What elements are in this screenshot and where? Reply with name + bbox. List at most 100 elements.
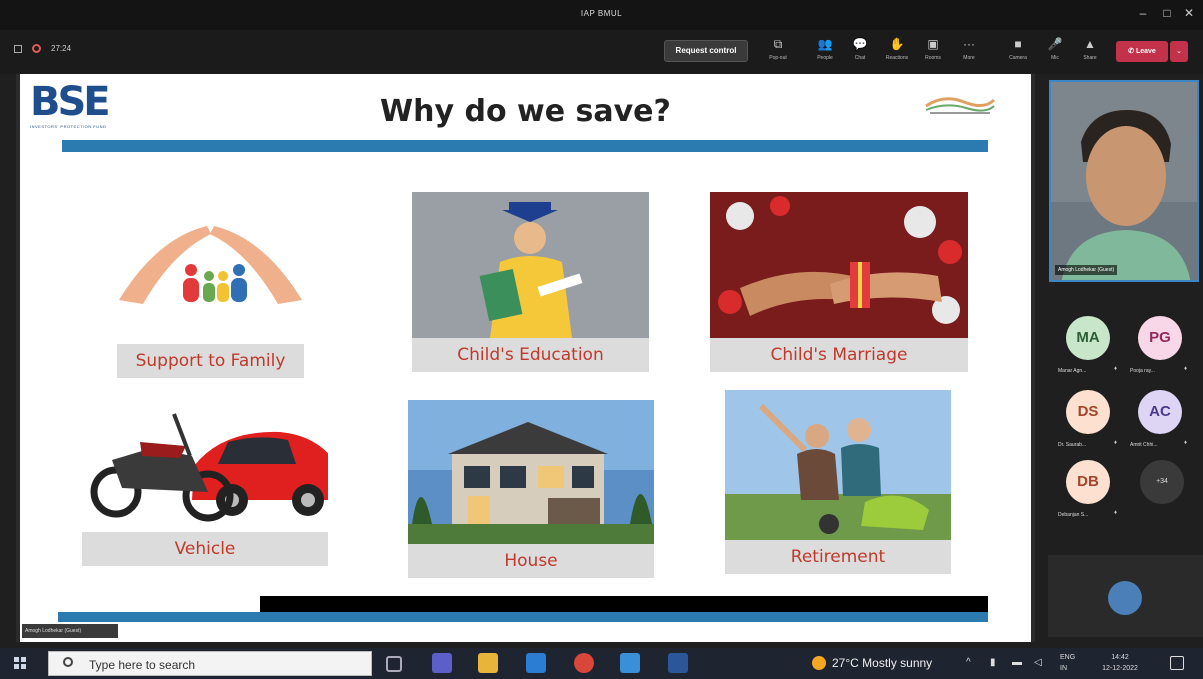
- camera-label: Camera: [1009, 55, 1027, 61]
- people-button[interactable]: 👥 People: [810, 37, 840, 61]
- volume-icon[interactable]: ◁: [1034, 657, 1042, 668]
- word-app-icon[interactable]: [668, 653, 688, 673]
- leave-options-button[interactable]: ⌄: [1170, 41, 1188, 62]
- shared-content-stage: BSE INVESTORS' PROTECTION FUND Why do we…: [16, 74, 1035, 642]
- speaker-video-image: [1051, 82, 1197, 280]
- rooms-button[interactable]: ▣ Rooms: [918, 37, 948, 61]
- usb-icon[interactable]: ▮: [990, 657, 996, 668]
- meeting-toolbar: 27:24 Request control ⧉ Pop-out 👥 People…: [0, 30, 1203, 74]
- maximize-icon[interactable]: □: [1158, 6, 1176, 20]
- chat-icon: 💬: [852, 37, 868, 51]
- shield-icon: [14, 44, 22, 53]
- weather-widget[interactable]: 27°C Mostly sunny: [812, 656, 932, 670]
- bottom-divider: [58, 612, 988, 622]
- share-label: Share: [1083, 55, 1097, 61]
- tile-caption: House: [408, 544, 654, 578]
- mic-label: Mic: [1051, 55, 1059, 61]
- pop-out-button[interactable]: ⧉ Pop-out: [763, 37, 793, 61]
- people-icon: 👥: [817, 37, 833, 51]
- self-view-tile[interactable]: [1048, 555, 1203, 637]
- clock-time: 14:42: [1111, 654, 1129, 661]
- chrome-app-icon[interactable]: [574, 653, 594, 673]
- tile-childs-education: Child's Education: [412, 192, 649, 372]
- phone-icon: ✆: [1128, 48, 1136, 55]
- participant-name: Pooja ray...: [1130, 368, 1155, 374]
- more-participants-button[interactable]: +34: [1140, 460, 1184, 504]
- file-explorer-icon[interactable]: [478, 653, 498, 673]
- reactions-button[interactable]: ✋ Reactions: [882, 37, 912, 61]
- mic-off-icon: ♦: [1114, 440, 1118, 446]
- tile-childs-marriage: Child's Marriage: [710, 192, 968, 372]
- self-avatar: [1108, 581, 1142, 615]
- chat-label: Chat: [854, 55, 866, 61]
- presenter-name-label: Amogh Lodhekar (Guest): [22, 624, 118, 638]
- windows-start-button[interactable]: [14, 657, 26, 669]
- title-divider: [62, 140, 988, 152]
- start-tile: [14, 657, 19, 662]
- participant-name: Manar Agn...: [1058, 368, 1087, 374]
- battery-icon[interactable]: ▬: [1012, 657, 1022, 668]
- camera-button[interactable]: ■ Camera: [1003, 37, 1033, 61]
- mic-button[interactable]: 🎤 Mic: [1040, 37, 1070, 61]
- taskbar-clock[interactable]: 14:42 12-12-2022: [1094, 652, 1146, 674]
- input-language[interactable]: ENG IN: [1060, 652, 1075, 674]
- photos-app-icon[interactable]: [620, 653, 640, 673]
- outlook-app-icon[interactable]: [526, 653, 546, 673]
- leave-button[interactable]: ✆ Leave: [1116, 41, 1168, 62]
- reactions-label: Reactions: [885, 55, 909, 61]
- participant-avatar-pg[interactable]: PG: [1138, 316, 1182, 360]
- request-control-button[interactable]: Request control: [664, 40, 748, 62]
- close-icon[interactable]: ✕: [1180, 6, 1198, 20]
- window-title-bar: IAP BMUL – □ ✕: [0, 0, 1203, 30]
- speaker-video-tile[interactable]: Amogh Lodhekar (Guest): [1049, 80, 1199, 282]
- clock-date: 12-12-2022: [1102, 665, 1138, 672]
- chat-button[interactable]: 💬 Chat: [845, 37, 875, 61]
- share-icon: ▲: [1084, 37, 1096, 51]
- share-button[interactable]: ▲ Share: [1075, 37, 1105, 61]
- tile-caption: Child's Education: [412, 338, 649, 372]
- speaker-name-label: Amogh Lodhekar (Guest): [1055, 265, 1118, 275]
- more-label: More: [963, 55, 975, 61]
- avatar-initials: MA: [1076, 329, 1100, 346]
- reactions-icon: ✋: [889, 37, 905, 51]
- start-tile: [21, 657, 26, 662]
- windows-taskbar: Type here to search 27°C Mostly sunny ^ …: [0, 648, 1203, 679]
- chevron-up-icon[interactable]: ^: [966, 657, 971, 668]
- meeting-timer: 27:24: [51, 44, 72, 53]
- participant-avatar-db[interactable]: DB: [1066, 460, 1110, 504]
- teams-app-icon[interactable]: [432, 653, 452, 673]
- participant-avatar-ac[interactable]: AC: [1138, 390, 1182, 434]
- more-button[interactable]: ··· More: [954, 37, 984, 61]
- taskbar-search-box[interactable]: Type here to search: [48, 651, 372, 676]
- task-view-icon[interactable]: [386, 656, 402, 672]
- weather-text: 27°C Mostly sunny: [832, 656, 933, 670]
- pop-out-icon: ⧉: [773, 37, 783, 51]
- mic-off-icon: ♦: [1114, 510, 1118, 516]
- lang-code: ENG: [1060, 654, 1076, 661]
- tile-vehicle: Vehicle: [82, 396, 328, 568]
- marriage-image: [710, 192, 968, 338]
- participant-avatar-ds[interactable]: DS: [1066, 390, 1110, 434]
- avatar-initials: DB: [1077, 473, 1099, 490]
- tile-house: House: [408, 400, 654, 580]
- tile-support-to-family: Support to Family: [117, 178, 304, 378]
- weather-sun-icon: [812, 656, 826, 670]
- participant-avatar-ma[interactable]: MA: [1066, 316, 1110, 360]
- rooms-label: Rooms: [925, 55, 941, 61]
- family-protection-image: [117, 178, 304, 342]
- search-icon: [63, 657, 73, 667]
- recording-icon: [32, 44, 41, 53]
- participant-name: Dr. Saurab...: [1058, 442, 1087, 448]
- leave-label: Leave: [1135, 48, 1156, 55]
- retirement-image: [725, 390, 951, 540]
- house-image: [408, 400, 654, 544]
- rooms-icon: ▣: [927, 37, 939, 51]
- pop-out-label: Pop-out: [769, 55, 787, 61]
- start-tile: [21, 664, 26, 669]
- notification-icon[interactable]: [1170, 656, 1184, 670]
- participant-name: Amrit Chhi...: [1130, 442, 1158, 448]
- minimize-icon[interactable]: –: [1134, 6, 1152, 20]
- search-placeholder: Type here to search: [89, 658, 196, 672]
- tile-caption: Support to Family: [117, 344, 304, 378]
- mic-off-icon: ♦: [1114, 366, 1118, 372]
